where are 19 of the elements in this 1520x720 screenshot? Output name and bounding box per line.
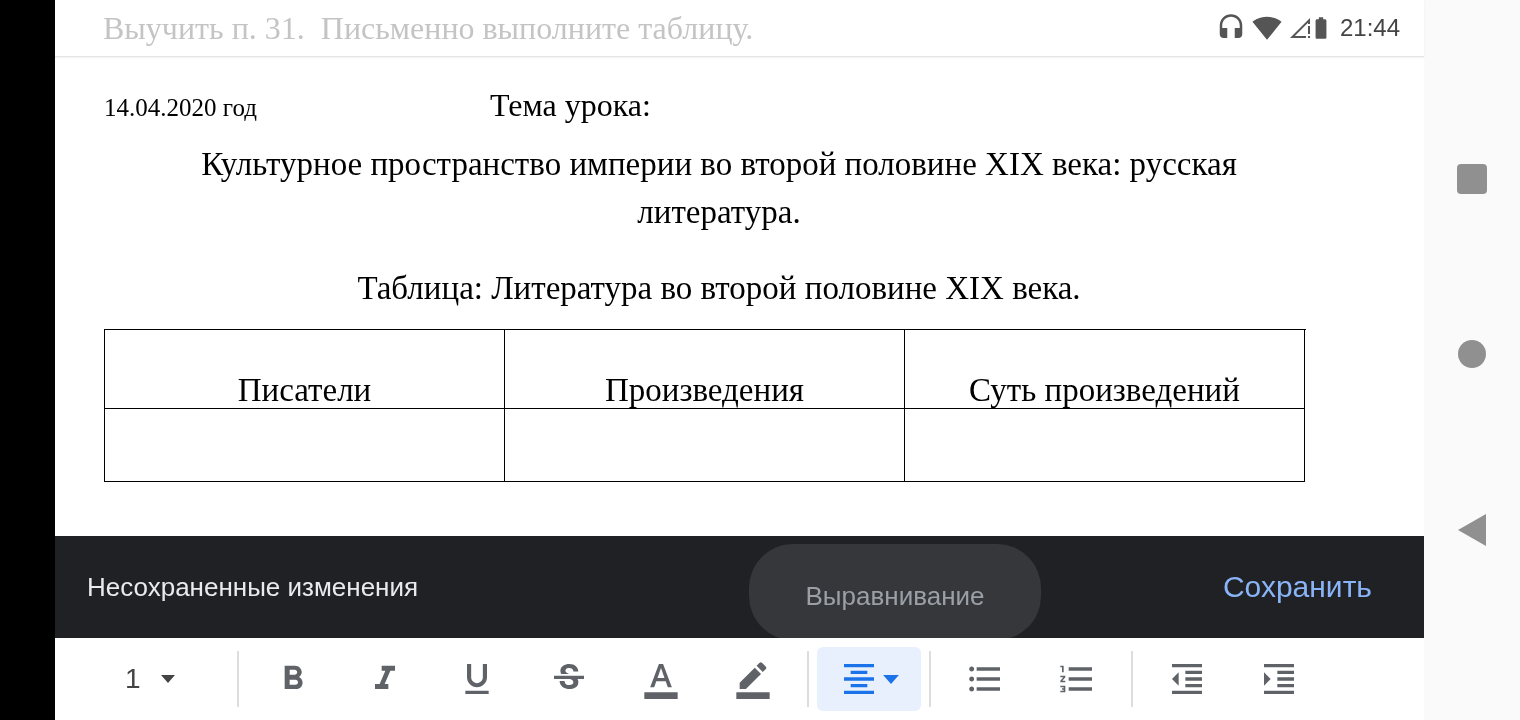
- table-caption: Таблица: Литература во второй половине XIX века.: [356, 270, 1082, 307]
- font-size-dropdown[interactable]: 1: [115, 663, 229, 695]
- table-header-cell: Писатели: [105, 330, 505, 409]
- table-header-cell: Произведения: [505, 330, 905, 409]
- table-header-cell: Суть произведений: [905, 330, 1305, 409]
- caret-icon: [883, 674, 899, 684]
- snackbar-message: Несохраненные изменения: [87, 571, 419, 603]
- home-icon[interactable]: [1458, 340, 1486, 368]
- faded-header-text: Выучить п. 31. Письменно выполните таблицу.: [103, 9, 755, 47]
- back-icon[interactable]: [1458, 514, 1486, 546]
- caret-icon: [160, 675, 175, 683]
- highlighter-icon: [733, 659, 773, 699]
- lesson-title: Культурное пространство империи во второй половине XIX века: русская литература.: [200, 145, 1238, 232]
- lesson-date: 14.04.2020 год: [104, 94, 258, 122]
- topic-label: Тема урока:: [490, 87, 651, 124]
- status-time: 21:44: [1339, 14, 1400, 42]
- save-button[interactable]: Сохранить: [1218, 566, 1376, 608]
- toast: Выравнивание: [749, 544, 1041, 640]
- align-center-button[interactable]: [817, 647, 921, 711]
